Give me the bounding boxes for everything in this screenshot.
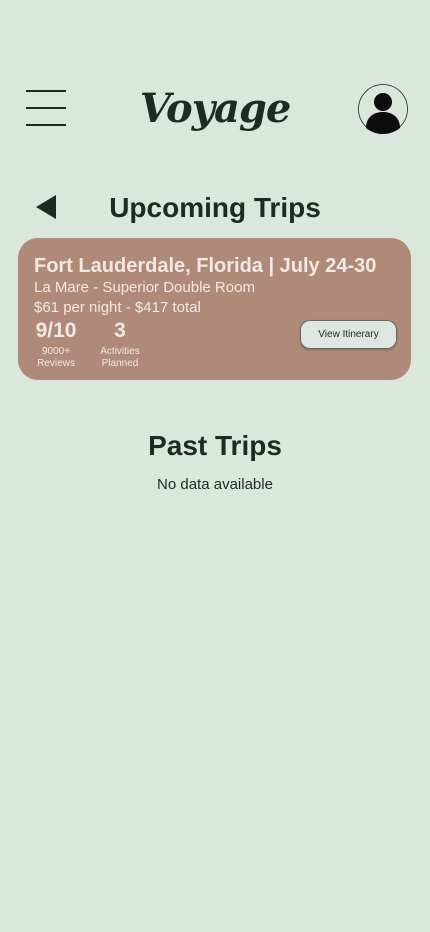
trip-price: $61 per night - $417 total [34,299,201,316]
rating-label: 9000+ Reviews [32,346,80,370]
activities-label: Activities Planned [96,346,144,370]
user-avatar-icon[interactable] [358,84,408,134]
activities-label-line2: Planned [101,358,139,369]
rating-label-count: 9000+ [41,346,71,357]
rating-label-text: Reviews [37,358,75,369]
rating-value: 9/10 [35,319,77,342]
trip-title: Fort Lauderdale, Florida | July 24-30 [34,255,377,277]
view-itinerary-button[interactable]: View Itinerary [300,320,397,349]
upcoming-trips-header: Upcoming Trips [0,190,430,230]
rating-stat: 9/10 9000+ Reviews [32,318,80,370]
past-trips-title: Past Trips [148,430,282,461]
app-header: Voyage [0,0,430,160]
activities-stat: 3 Activities Planned [96,318,144,370]
upcoming-trips-title: Upcoming Trips [109,192,321,223]
activities-value: 3 [114,319,126,342]
trip-card[interactable]: Fort Lauderdale, Florida | July 24-30 La… [18,238,411,380]
past-trips-empty-message: No data available [157,476,273,493]
trip-room: La Mare - Superior Double Room [34,279,255,296]
activities-label-line1: Activities [100,346,140,357]
